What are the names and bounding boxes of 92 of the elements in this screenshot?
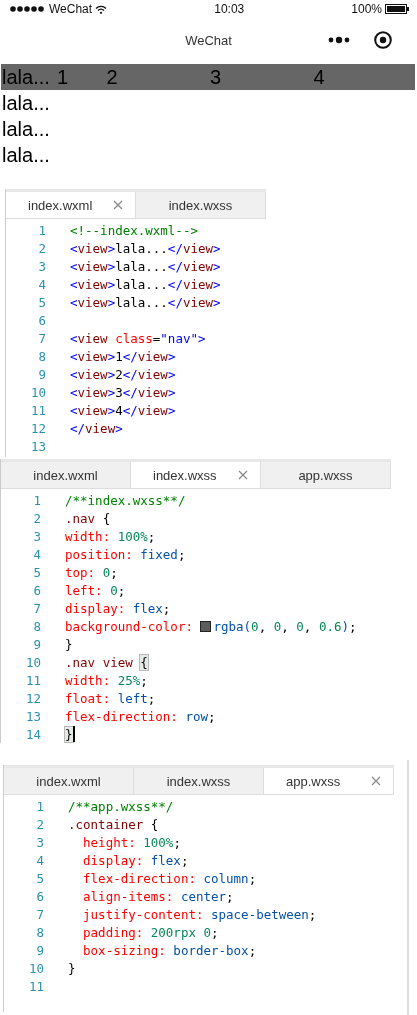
- line-number: 2: [37, 240, 46, 256]
- carrier-name: WeChat: [49, 2, 93, 16]
- code-line: display: flex;: [65, 600, 171, 616]
- page-title: WeChat: [185, 32, 232, 48]
- line-number: 1: [37, 222, 46, 238]
- code-line: <view class="nav">: [70, 330, 206, 346]
- file-tab[interactable]: index.wxml: [6, 192, 136, 218]
- content-text: lala...: [1, 117, 50, 142]
- line-number: 12: [29, 420, 46, 436]
- code-line: height: 100%;: [82, 834, 181, 850]
- line-number: 8: [37, 348, 46, 364]
- line-number: 11: [24, 672, 41, 688]
- line-number: 10: [24, 654, 41, 670]
- file-tab[interactable]: index.wxss: [131, 462, 261, 488]
- line-number: 4: [35, 852, 44, 868]
- line-number: 1: [35, 798, 44, 814]
- content-text: lala...: [1, 65, 50, 90]
- code-line: }: [68, 960, 76, 976]
- line-number: 2: [35, 816, 44, 832]
- record-icon[interactable]: [374, 31, 392, 49]
- line-number: 3: [37, 258, 46, 274]
- code-line: <view>3</view>: [70, 384, 176, 400]
- line-number: 14: [24, 726, 41, 742]
- code-line: width: 25%;: [65, 672, 148, 688]
- line-number: 13: [24, 708, 41, 724]
- line-number: 8: [32, 618, 41, 634]
- line-number: 5: [37, 294, 46, 310]
- code-line: align-items: center;: [82, 888, 234, 904]
- close-icon[interactable]: [238, 470, 248, 480]
- code-line: top: 0;: [65, 564, 118, 580]
- code-line: .container {: [68, 816, 159, 832]
- code-line: flex-direction: row;: [65, 708, 216, 724]
- code-line: /**index.wxss**/: [65, 492, 186, 508]
- code-line: <!--index.wxml-->: [70, 222, 198, 238]
- line-number: 8: [35, 924, 44, 940]
- close-icon[interactable]: [371, 776, 381, 786]
- line-number: 4: [32, 546, 41, 562]
- line-number: 7: [35, 906, 44, 922]
- code-line: </view>: [70, 420, 123, 436]
- code-line: <view>2</view>: [70, 366, 176, 382]
- code-line: display: flex;: [82, 852, 189, 868]
- battery-icon: [385, 4, 409, 14]
- code-line: .nav view {: [65, 654, 148, 670]
- code-line: <view>lala...</view>: [70, 294, 221, 310]
- content-text: lala...: [1, 143, 50, 168]
- status-time: 10:03: [214, 2, 245, 16]
- line-number: 5: [35, 870, 44, 886]
- line-number: 3: [35, 834, 44, 850]
- code-line: position: fixed;: [65, 546, 186, 562]
- line-number: 6: [37, 312, 46, 328]
- line-number: 3: [32, 528, 41, 544]
- code-line: <view>1</view>: [70, 348, 176, 364]
- content-text: lala...: [1, 91, 50, 116]
- code-line: justify-content: space-between;: [82, 906, 317, 922]
- line-number: 9: [37, 366, 46, 382]
- code-line: <view>lala...</view>: [70, 276, 221, 292]
- wifi-icon: [95, 4, 108, 14]
- close-icon[interactable]: [113, 200, 123, 210]
- more-icon[interactable]: [328, 36, 350, 44]
- code-line: <view>lala...</view>: [70, 240, 221, 256]
- signal-icon: [10, 6, 46, 12]
- code-line: <view>lala...</view>: [70, 258, 221, 274]
- file-tab[interactable]: app.wxss: [264, 768, 394, 794]
- code-line: padding: 200rpx 0;: [82, 924, 219, 940]
- line-number: 11: [29, 402, 46, 418]
- code-line: /**app.wxss**/: [68, 798, 174, 814]
- code-line: width: 100%;: [65, 528, 156, 544]
- line-number: 9: [32, 636, 41, 652]
- code-line: box-sizing: border-box;: [82, 942, 257, 958]
- code-line: .nav {: [65, 510, 111, 526]
- line-number: 1: [32, 492, 41, 508]
- code-line: <view>4</view>: [70, 402, 176, 418]
- line-number: 7: [32, 600, 41, 616]
- line-number: 12: [24, 690, 41, 706]
- battery-percent: 100%: [351, 2, 382, 16]
- line-number: 4: [37, 276, 46, 292]
- line-number: 5: [32, 564, 41, 580]
- line-number: 7: [37, 330, 46, 346]
- code-line: background-color: rgba(0, 0, 0, 0.6);: [65, 618, 357, 634]
- line-number: 9: [35, 942, 44, 958]
- line-number: 10: [27, 960, 44, 976]
- code-line: flex-direction: column;: [82, 870, 257, 886]
- text-cursor: [72, 726, 75, 742]
- code-line: left: 0;: [65, 582, 126, 598]
- line-number: 10: [29, 384, 46, 400]
- line-number: 13: [29, 438, 46, 454]
- code-line: float: left;: [65, 690, 156, 706]
- code-line: }: [65, 636, 73, 652]
- line-number: 6: [35, 888, 44, 904]
- line-number: 11: [27, 978, 44, 994]
- line-number: 6: [32, 582, 41, 598]
- line-number: 2: [32, 510, 41, 526]
